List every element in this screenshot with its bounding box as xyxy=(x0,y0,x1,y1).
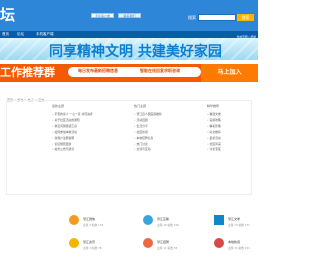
search-label: 搜索 xyxy=(188,15,196,20)
banner-mid-right: 智能在线回复求职咨询 xyxy=(140,68,180,73)
card-stat: 主题 31 帖数 151 xyxy=(228,246,250,250)
forum-icon xyxy=(69,238,79,248)
banner-mid-left: 每日发布最新招聘信息 xyxy=(78,68,118,73)
card-title[interactable]: 望江资讯 xyxy=(83,240,95,244)
list-middle: 望江县人民医院推荐 活动回顾 生活分享 社区新闻 本地招聘信息 热门讨论 交流与… xyxy=(134,112,162,153)
list-item[interactable]: 好文推荐 xyxy=(207,130,221,136)
search-input[interactable] xyxy=(198,14,236,21)
forum-icon xyxy=(69,215,79,225)
search-button[interactable]: 搜索 xyxy=(237,14,254,21)
card-title[interactable]: 望江互助 xyxy=(157,217,169,221)
forum-icon xyxy=(214,215,224,225)
job-banner[interactable]: 工作推荐群 每日发布最新招聘信息 智能在线回复求职咨询 马上加入 xyxy=(0,64,258,82)
forum-icon xyxy=(143,215,153,225)
top-header: 坛 手机客户端 联系我们 搜索 搜索 xyxy=(0,0,258,31)
card-title[interactable]: 望江文学 xyxy=(228,217,240,221)
card-title[interactable]: 本地新闻 xyxy=(228,240,240,244)
banner-left-title: 工作推荐群 xyxy=(0,66,55,79)
hero-title: 同享精神文明 共建美好家园 xyxy=(49,44,222,60)
col-right-title: 精华推荐 xyxy=(207,104,220,108)
site-logo[interactable]: 坛 xyxy=(0,2,34,28)
card-stat: 主题 3 帖数 78 xyxy=(83,246,102,250)
card-title[interactable]: 望江招聘 xyxy=(157,240,169,244)
hero-banner: 同享精神文明 共建美好家园 xyxy=(0,38,258,60)
list-item[interactable]: 精彩影像 xyxy=(207,124,221,130)
banner-right[interactable]: 马上加入 xyxy=(201,64,258,82)
list-left: 平安的家人 一心一意 共同进步 关于社区活动的通知 常见问题答疑汇总 如何参加本… xyxy=(52,112,93,153)
list-item[interactable]: 交流与互动 xyxy=(134,147,162,153)
contact-button[interactable]: 联系我们 xyxy=(118,13,141,18)
list-item[interactable]: 讨论专区 xyxy=(207,147,221,153)
list-item[interactable]: 站务公告与建议 xyxy=(52,147,93,153)
main-nav: 首页 论坛 手机客户端 xyxy=(0,31,258,38)
banner-middle: 每日发布最新招聘信息 智能在线回复求职咨询 xyxy=(68,67,201,77)
mobile-client-button[interactable]: 手机客户端 xyxy=(91,13,114,18)
col-middle-title: 热门主题 xyxy=(134,104,147,108)
forum-icon xyxy=(214,238,224,248)
card-stat: 主题 16 帖数 156 xyxy=(157,223,179,227)
list-item[interactable]: 实用攻略 xyxy=(207,118,221,124)
list-right: 精选文章 实用攻略 精彩影像 好文推荐 最新活动 社区风采 讨论专区 xyxy=(207,112,221,153)
list-item[interactable]: 最新活动 xyxy=(207,136,221,142)
nav-mobile[interactable]: 手机客户端 xyxy=(36,31,54,38)
card-stat: 主题 11 帖数 58 xyxy=(157,246,178,250)
col-left-title: 最新主题 xyxy=(52,104,65,108)
forum-icon xyxy=(143,238,153,248)
nav-home[interactable]: 首页 xyxy=(2,31,9,38)
nav-forum[interactable]: 论坛 xyxy=(17,31,24,38)
card-stat: 主题 4 帖数 139 xyxy=(83,223,104,227)
card-title[interactable]: 望江微信 xyxy=(83,217,95,221)
card-stat: 主题 70 帖数 271 xyxy=(228,223,250,227)
